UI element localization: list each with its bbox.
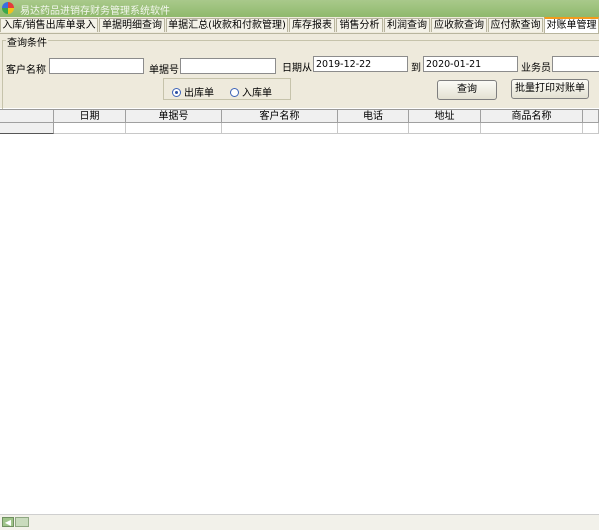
window-title: 易达药品进销存财务管理系统软件 xyxy=(20,6,170,17)
tab-stock-in-out-entry[interactable]: 入库/销售出库单录入 xyxy=(0,18,98,32)
salesman-label: 业务员 xyxy=(521,63,551,74)
statement-grid[interactable]: 日期 单据号 客户名称 电话 地址 商品名称 xyxy=(0,109,599,515)
radio-stock-out-label: 出库单 xyxy=(184,88,214,99)
tab-strip: 入库/销售出库单录入 单据明细查询 单据汇总(收款和付款管理) 库存报表 销售分… xyxy=(0,17,599,34)
grid-cell[interactable] xyxy=(409,123,481,134)
tab-document-summary[interactable]: 单据汇总(收款和付款管理) xyxy=(166,18,288,32)
radio-unselected-icon xyxy=(230,88,239,97)
grid-cell[interactable] xyxy=(126,123,222,134)
grid-cell[interactable] xyxy=(222,123,338,134)
column-header-address[interactable]: 地址 xyxy=(409,110,481,123)
row-indicator[interactable] xyxy=(0,123,54,134)
query-group-title: 查询条件 xyxy=(6,34,48,49)
radio-selected-icon xyxy=(172,88,181,97)
column-header-overflow xyxy=(583,110,599,123)
grid-cell[interactable] xyxy=(481,123,583,134)
column-header-date[interactable]: 日期 xyxy=(54,110,126,123)
title-bar: 易达药品进销存财务管理系统软件 xyxy=(0,0,599,17)
query-panel: 查询条件 客户名称 单据号 日期从 到 业务员 出库单 入库单 查询 批量打印对… xyxy=(0,34,599,140)
date-from-label: 日期从 xyxy=(282,63,312,74)
tab-statement-management[interactable]: 对账单管理 xyxy=(544,17,599,33)
search-button[interactable]: 查询 xyxy=(437,80,497,100)
radio-stock-in[interactable]: 入库单 xyxy=(230,84,272,99)
column-header-product-name[interactable]: 商品名称 xyxy=(481,110,583,123)
doc-no-input[interactable] xyxy=(180,58,276,74)
customer-name-label: 客户名称 xyxy=(6,65,46,76)
column-header-doc-no[interactable]: 单据号 xyxy=(126,110,222,123)
grid-cell[interactable] xyxy=(583,123,599,134)
tab-inventory-report[interactable]: 库存报表 xyxy=(289,18,335,32)
scroll-thumb[interactable] xyxy=(15,517,29,527)
tab-document-detail-query[interactable]: 单据明细查询 xyxy=(99,18,165,32)
doc-type-radio-group: 出库单 入库单 xyxy=(163,78,291,100)
radio-stock-out[interactable]: 出库单 xyxy=(172,84,214,99)
grid-corner-header xyxy=(0,110,54,123)
column-header-phone[interactable]: 电话 xyxy=(338,110,409,123)
doc-no-label: 单据号 xyxy=(149,65,179,76)
date-from-input[interactable] xyxy=(313,56,408,72)
customer-name-input[interactable] xyxy=(49,58,144,74)
tab-sales-analysis[interactable]: 销售分析 xyxy=(336,18,383,32)
tab-payables-query[interactable]: 应付款查询 xyxy=(488,18,543,32)
date-to-label: 到 xyxy=(411,63,421,74)
tab-receivables-query[interactable]: 应收款查询 xyxy=(431,18,487,32)
horizontal-scrollbar[interactable]: ◀ xyxy=(0,514,599,530)
column-header-customer-name[interactable]: 客户名称 xyxy=(222,110,338,123)
grid-cell[interactable] xyxy=(54,123,126,134)
radio-stock-in-label: 入库单 xyxy=(242,88,272,99)
tab-profit-query[interactable]: 利润查询 xyxy=(384,18,430,32)
scroll-left-icon[interactable]: ◀ xyxy=(2,517,14,527)
batch-print-statement-button[interactable]: 批量打印对账单 xyxy=(511,79,589,99)
grid-cell[interactable] xyxy=(338,123,409,134)
salesman-input[interactable] xyxy=(552,56,599,72)
app-logo-icon xyxy=(2,2,14,14)
date-to-input[interactable] xyxy=(423,56,518,72)
